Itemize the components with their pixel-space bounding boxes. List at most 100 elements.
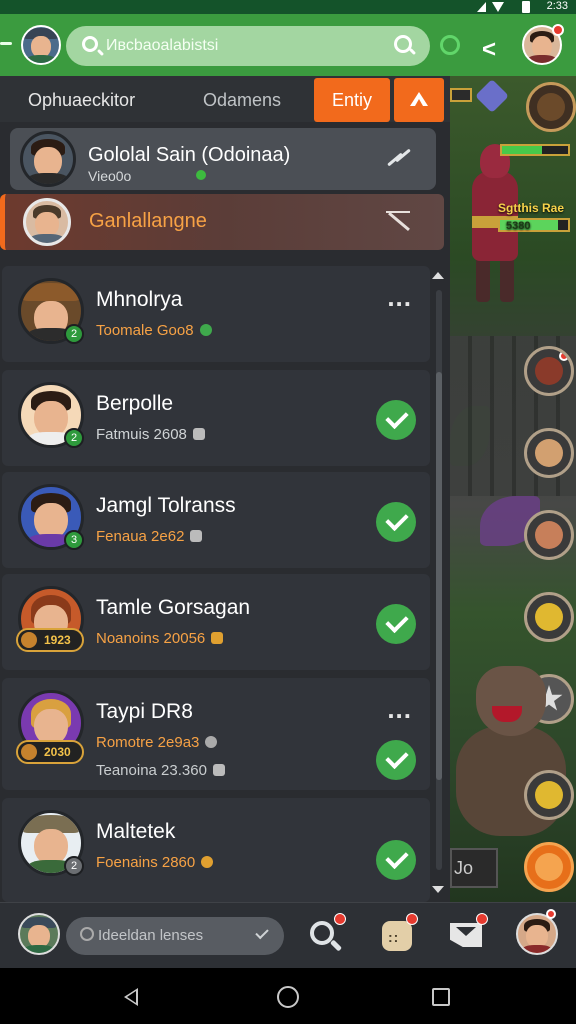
check-icon[interactable] [376,740,416,780]
top-bar: Ивсbаoаlаbistsi < [0,14,576,76]
attack-button[interactable] [524,770,574,820]
friends-list: 2 Mhnolrya Toomale Goo8 ... 2 Berpolle F… [0,266,432,902]
hud-strip [450,88,472,102]
ally-button-2[interactable] [524,510,574,560]
my-avatar[interactable] [18,913,60,955]
wifi-icon [492,2,504,12]
entry-button[interactable]: Entiy [314,78,390,122]
search-bar[interactable]: Ивсbаoаlаbistsi [66,26,430,66]
list-item[interactable]: 2 Berpolle Fatmuis 2608 [2,370,430,466]
friend-name: Maltetek [96,820,176,843]
profile-avatar[interactable] [21,25,61,65]
friends-panel: Ophuaeckitor Odamens Entiy Gololal Sain … [0,76,450,902]
tab-bar: Ophuaeckitor Odamens Entiy [0,76,450,122]
check-icon[interactable] [376,400,416,440]
tab-1[interactable]: Ophuaeckitor [28,90,135,111]
game-view[interactable]: Sgtthis Rae 5380 Jo [450,76,576,902]
battery-icon [522,1,530,13]
list-item[interactable]: 3 Jamgl Tolranss Fenaua 2e62 [2,472,430,568]
friend-status: Foenains 2860 [96,854,214,871]
up-arrow-icon [410,92,428,106]
rank-badge: 2030 [16,740,84,764]
close-icon[interactable] [386,210,410,232]
pinned-chat-1[interactable]: Gololal Sain (Odoinaa) Vieo0o [10,128,436,190]
status-time: 2:33 [546,0,568,12]
upgrade-button[interactable] [394,78,444,122]
search-icon [82,36,98,52]
chat-icon[interactable]: :: [380,913,418,953]
friend-status: Fenaua 2e62 [96,528,203,545]
search-icon[interactable] [308,913,346,953]
list-item[interactable]: 2 Maltetek Foenains 2860 [2,798,430,902]
ultimate-button[interactable] [524,842,574,892]
friend-name: Jamgl Tolranss [96,494,236,517]
lightning-button[interactable] [524,592,574,642]
friend-name: Tamle Gorsagan [96,596,251,619]
bottom-bar: Ideeldan lenses :: [0,902,576,968]
friend-status: Fatmuis 2608 [96,426,205,443]
game-label: Sgtthis Rae [498,201,565,215]
status-bar: 2:33 [0,0,576,14]
skill-button-1[interactable] [524,346,574,396]
bottom-search[interactable]: Ideeldan lenses [66,917,284,955]
home-icon[interactable] [277,986,299,1008]
game-icon[interactable] [440,35,460,55]
level-badge: 2 [64,428,84,448]
list-item[interactable]: 2 Mhnolrya Toomale Goo8 ... [2,266,430,362]
ally-button-1[interactable] [524,428,574,478]
friend-name: Taypi DR8 [96,700,193,723]
status-icon [211,632,224,644]
check-icon[interactable] [376,604,416,644]
chat-name: Ganlallangne [89,210,207,232]
menu-icon[interactable] [0,42,12,45]
search-input[interactable]: Ивсbаoаlаbistsi [106,37,218,55]
system-nav-bar [0,968,576,1024]
status-icon [205,736,218,748]
avatar [23,198,71,246]
signal-icon [477,2,486,12]
sword-button[interactable] [526,82,576,132]
tab-2[interactable]: Odamens [203,90,281,111]
notification-dot [552,24,564,36]
chat-subtitle: Vieo0o [88,168,132,184]
list-item[interactable]: 2030 Taypi DR8 Romotre 2e9a3 Teanoina 23… [2,678,430,790]
minimap[interactable]: Jo [450,848,498,888]
more-icon[interactable]: ... [387,284,412,310]
status-icon [201,856,214,868]
list-item[interactable]: 1923 Tamle Gorsagan Noanoins 20056 [2,574,430,670]
rank-badge: 1923 [16,628,84,652]
mail-icon[interactable] [450,913,488,953]
bottom-search-input[interactable]: Ideeldan lenses [98,927,203,944]
level-badge: 2 [64,856,84,876]
health-bar [500,144,570,156]
check-icon [255,925,269,940]
check-icon[interactable] [376,502,416,542]
game-label-2: 5380 [506,220,531,232]
scroll-down-arrow[interactable] [432,886,444,893]
check-icon[interactable] [376,840,416,880]
friend-status: Toomale Goo8 [96,322,212,339]
double-check-icon [386,146,414,170]
friend-name: Mhnolrya [96,288,183,311]
friend-status-2: Teanoina 23.360 [96,762,225,779]
more-icon[interactable]: ... [387,696,412,722]
back-icon[interactable] [124,988,138,1006]
level-badge: 2 [64,324,84,344]
notification-dot [546,909,556,919]
search-submit-icon[interactable] [394,35,412,53]
friend-status: Noanoins 20056 [96,630,224,647]
pinned-chat-2[interactable]: Ganlallangne [0,194,444,250]
chat-name: Gololal Sain (Odoinaa) [88,144,291,166]
share-icon[interactable]: < [482,36,496,64]
scrollbar-thumb[interactable] [436,372,442,780]
status-icon [199,324,212,336]
contact-avatar[interactable] [516,913,558,955]
recents-icon[interactable] [432,988,450,1006]
search-icon [80,927,94,941]
scroll-up-arrow[interactable] [432,272,444,279]
friend-status: Romotre 2e9a3 [96,734,218,751]
status-icon [192,428,205,440]
online-indicator [196,170,206,180]
friend-name: Berpolle [96,392,174,415]
status-icon [212,764,225,776]
